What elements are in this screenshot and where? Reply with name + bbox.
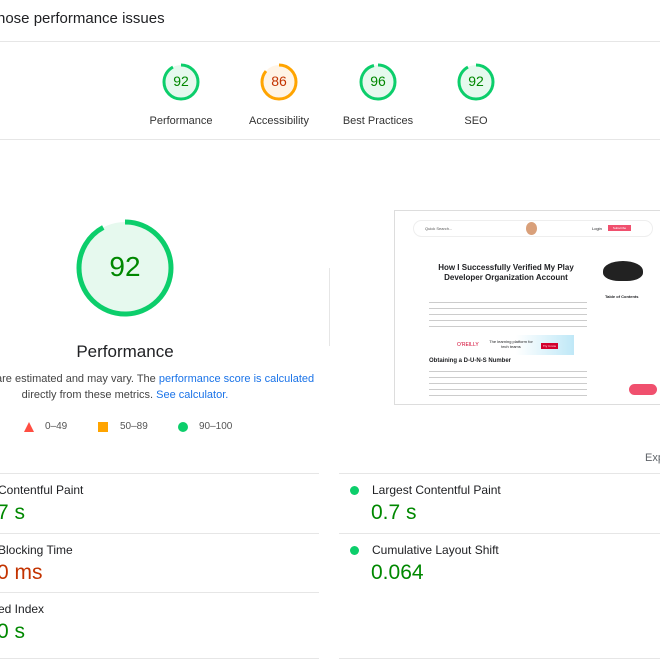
metrics-note-line2: directly from these metrics. See calcula… xyxy=(0,389,250,401)
metric-value: 7 s xyxy=(0,501,26,524)
square-icon xyxy=(98,422,108,432)
gauge-label: SEO xyxy=(464,115,488,127)
metric-row: Cumulative Layout Shift 0.064 xyxy=(339,533,660,593)
screenshot-ad: O'REILLY The learning platform for tech … xyxy=(429,335,574,355)
performance-label: Performance xyxy=(76,342,174,361)
note-text: are estimated and may vary. The xyxy=(0,373,159,385)
screenshot-toc: Table of Contents xyxy=(605,294,639,299)
gauge-score: 96 xyxy=(370,73,386,89)
triangle-icon xyxy=(24,422,34,432)
legend-pass-range: 90–100 xyxy=(199,421,233,432)
gauge-score: 92 xyxy=(468,73,484,89)
see-calculator-link[interactable]: See calculator. xyxy=(156,389,228,401)
gauge-label: Best Practices xyxy=(342,115,414,127)
note-text: directly from these metrics. xyxy=(21,389,157,401)
gauge-performance[interactable]: 92 Performance xyxy=(141,61,221,127)
ad-text: The learning platform for tech teams xyxy=(489,339,533,349)
divider xyxy=(339,658,660,659)
screenshot-search: Quick Search... xyxy=(425,226,453,231)
screenshot-body-text xyxy=(429,368,587,396)
gauge-label: Accessibility xyxy=(249,115,309,127)
page-title: hose performance issues xyxy=(0,10,165,27)
divider xyxy=(0,658,319,659)
metric-value: 0.7 s xyxy=(371,501,417,524)
gauge-best-practices[interactable]: 96 Best Practices xyxy=(338,61,418,127)
screenshot-heading: Obtaining a D-U-N-S Number xyxy=(429,358,511,364)
gauge-score: 92 xyxy=(173,73,189,89)
metric-label: Largest Contentful Paint xyxy=(372,483,501,497)
metric-row: Blocking Time 0 ms xyxy=(0,533,319,593)
avatar xyxy=(526,222,537,235)
performance-score-link[interactable]: performance score is calculated xyxy=(159,373,314,385)
screenshot-subscribe: Subscribe xyxy=(608,225,631,231)
metric-row: Contentful Paint 7 s xyxy=(0,473,319,533)
screenshot-title: How I Successfully Verified My Play Deve… xyxy=(438,263,574,282)
metric-label: Cumulative Layout Shift xyxy=(372,543,499,557)
ad-button: Try it now xyxy=(541,343,558,349)
metrics-note: are estimated and may vary. The performa… xyxy=(0,373,314,385)
metric-value: 0 ms xyxy=(0,561,43,584)
vertical-divider xyxy=(329,268,330,346)
performance-gauge-large: 92 xyxy=(74,217,176,319)
pass-circle-icon xyxy=(350,546,359,555)
screenshot-body-text xyxy=(429,299,587,327)
screenshot-login: Login xyxy=(592,226,602,231)
metric-value: 0 s xyxy=(0,620,26,643)
gauge-accessibility[interactable]: 86 Accessibility xyxy=(239,61,319,127)
divider xyxy=(0,139,660,140)
metric-row: ed Index 0 s xyxy=(0,592,319,652)
legend-average-range: 50–89 xyxy=(120,421,148,432)
metric-label: Blocking Time xyxy=(0,543,73,557)
expand-view-button[interactable]: Exp xyxy=(645,452,660,464)
metric-row: Largest Contentful Paint 0.7 s xyxy=(339,473,660,533)
screenshot-subscribe-fab xyxy=(629,384,657,395)
gauge-label: Performance xyxy=(149,115,213,127)
screenshot-mouse-image xyxy=(603,261,643,281)
divider xyxy=(0,41,660,42)
metric-label: ed Index xyxy=(0,602,45,616)
page-screenshot: Quick Search... Login Subscribe How I Su… xyxy=(394,210,660,405)
legend-fail-range: 0–49 xyxy=(45,421,68,432)
ad-brand: O'REILLY xyxy=(457,342,479,348)
gauge-seo[interactable]: 92 SEO xyxy=(436,61,516,127)
metric-value: 0.064 xyxy=(371,561,424,584)
performance-score: 92 xyxy=(109,251,141,282)
circle-icon xyxy=(178,422,188,432)
metric-label: Contentful Paint xyxy=(0,483,84,497)
pass-circle-icon xyxy=(350,486,359,495)
gauge-score: 86 xyxy=(271,73,287,89)
